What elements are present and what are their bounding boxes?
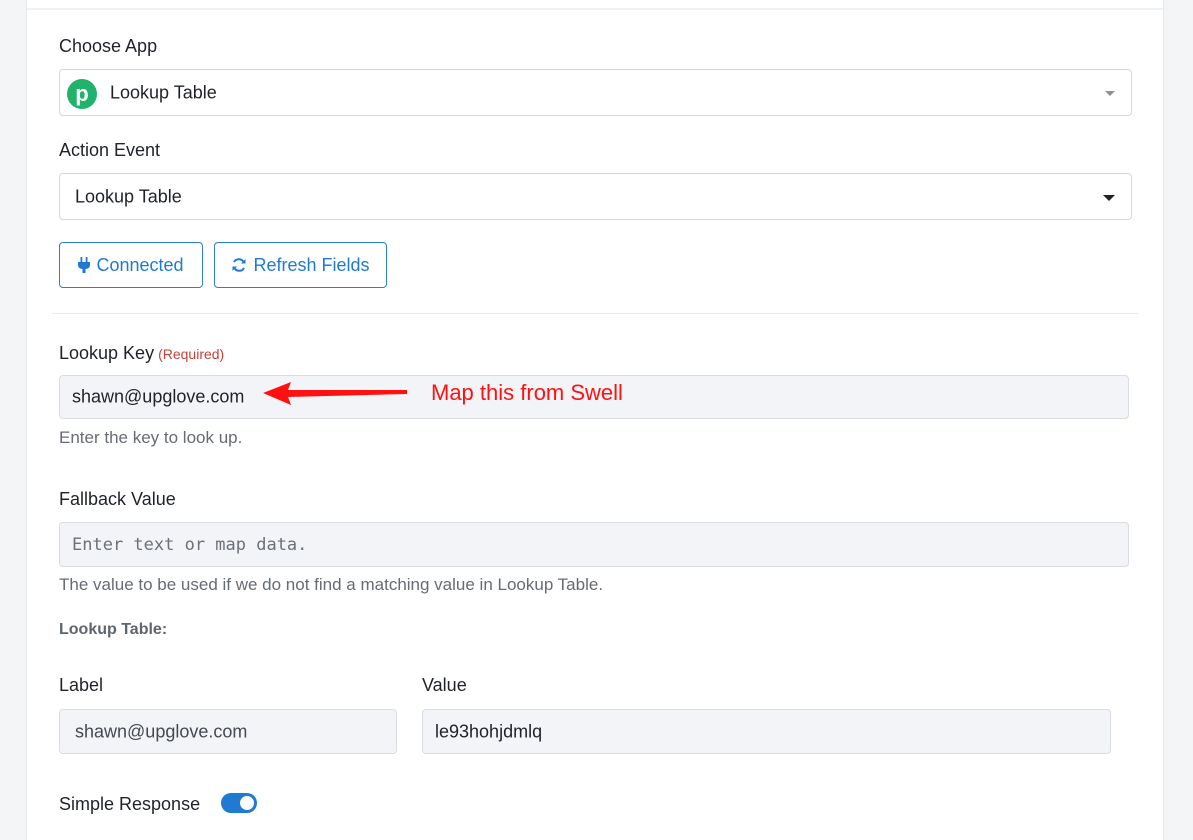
connected-button-label: Connected	[96, 254, 184, 275]
refresh-icon	[232, 258, 246, 272]
annotation-arrow-icon	[263, 382, 407, 405]
table-row-value-value: le93hohjdmlq	[435, 721, 543, 741]
lookup-table-app-icon: p	[67, 79, 97, 109]
fallback-value-input[interactable]: Enter text or map data.	[59, 522, 1129, 567]
lookup-table-title: Lookup Table:	[59, 621, 168, 638]
connected-button[interactable]: Connected	[59, 242, 203, 288]
toggle-knob	[240, 796, 254, 810]
lookup-key-help: Enter the key to look up.	[59, 428, 243, 447]
action-event-selected: Lookup Table	[75, 186, 182, 206]
table-row-value-input[interactable]: le93hohjdmlq	[422, 709, 1111, 754]
simple-response-label: Simple Response	[59, 794, 201, 814]
lookup-key-value: shawn@upglove.com	[72, 386, 245, 407]
section-divider	[52, 313, 1138, 314]
action-event-select[interactable]: Lookup Table	[59, 173, 1132, 220]
chevron-down-icon	[1103, 195, 1115, 201]
table-row-label-value: shawn@upglove.com	[75, 721, 248, 741]
choose-app-label: Choose App	[59, 36, 158, 56]
step-config-panel: Choose App p Lookup Table Action Event L…	[26, 0, 1164, 840]
lookup-key-label: Lookup Key (Required)	[59, 343, 224, 364]
fallback-value-help: The value to be used if we do not find a…	[59, 575, 604, 594]
label-column-header: Label	[59, 675, 104, 695]
choose-app-selected: Lookup Table	[110, 82, 217, 102]
annotation-text: Map this from Swell	[431, 380, 623, 405]
refresh-fields-button[interactable]: Refresh Fields	[214, 242, 387, 288]
action-event-label: Action Event	[59, 140, 161, 160]
choose-app-select[interactable]: p Lookup Table	[59, 69, 1132, 116]
plug-icon	[78, 257, 91, 273]
lookup-key-label-text: Lookup Key	[59, 343, 155, 363]
table-row-label-input[interactable]: shawn@upglove.com	[59, 709, 397, 754]
chevron-down-icon	[1105, 91, 1115, 96]
fallback-value-placeholder: Enter text or map data.	[72, 534, 308, 555]
required-indicator: (Required)	[158, 346, 225, 362]
refresh-fields-button-label: Refresh Fields	[253, 254, 370, 275]
fallback-value-label: Fallback Value	[59, 489, 176, 509]
panel-top-border	[27, 8, 1163, 10]
simple-response-toggle[interactable]	[221, 793, 257, 813]
value-column-header: Value	[422, 675, 467, 695]
